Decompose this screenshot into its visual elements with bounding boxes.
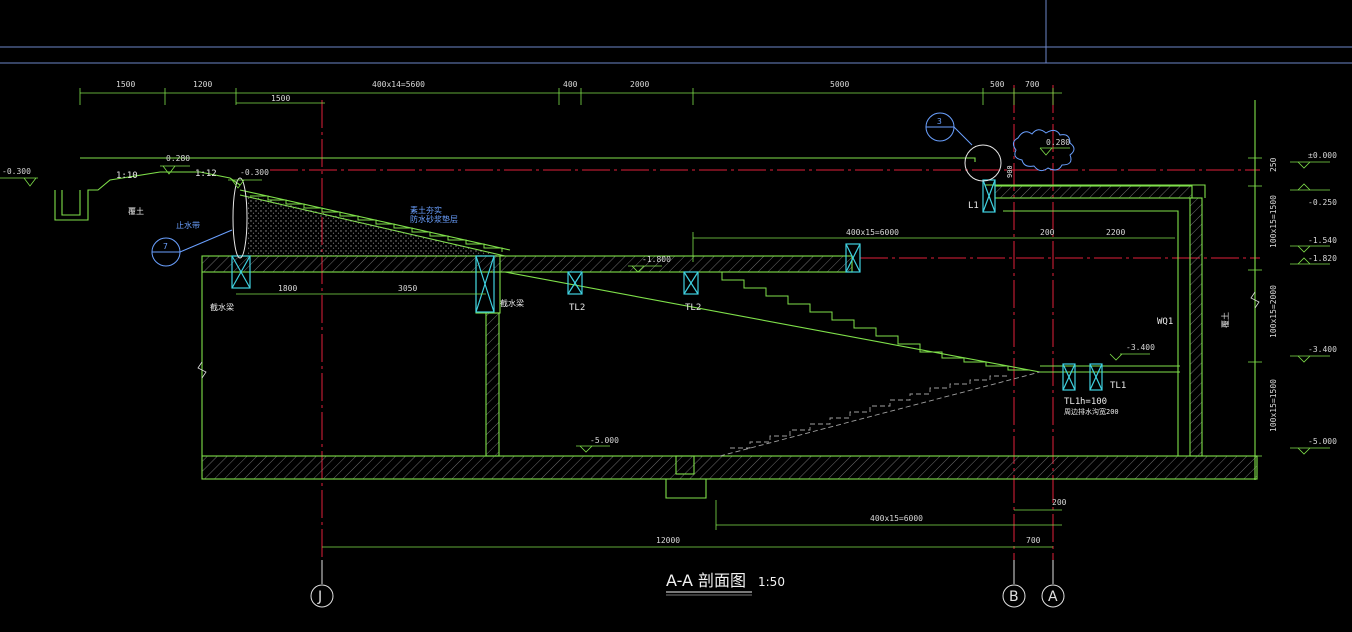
label-tl1-b: TL1 — [1110, 381, 1126, 391]
right-level-2: -1.540 — [1308, 236, 1337, 245]
middle-stair-steps — [700, 271, 1030, 371]
level-markers — [0, 147, 1150, 453]
dim-stair-bottom-6000: 400x15=6000 — [870, 514, 923, 523]
callout-3-number: 3 — [937, 117, 942, 126]
dim-200-top: 200 — [1040, 228, 1055, 237]
label-tl2-b: TL2 — [685, 303, 701, 313]
dim-2000: 2000 — [630, 80, 649, 89]
drawing-scale: 1:50 — [758, 575, 785, 589]
label-drain: 周边排水沟宽200 — [1064, 407, 1119, 416]
grid-label-j: J — [317, 589, 322, 605]
level-texts: -0.300 0.280 -0.300 -1.800 -3.400 -5.000… — [2, 138, 1155, 445]
dim-1500: 1500 — [116, 80, 135, 89]
label-h100: h=100 — [1080, 397, 1107, 407]
grid-bubble-b[interactable]: B — [1002, 560, 1026, 608]
label-wq1: WQ1 — [1157, 317, 1173, 327]
axis-lines — [270, 85, 1260, 580]
label-backfill-right: 覆土 — [1220, 312, 1230, 328]
grid-bubble-j[interactable]: J — [310, 560, 334, 608]
dim-1500-b: 100x15=1500 — [1269, 379, 1278, 432]
callout-3[interactable]: 3 — [925, 112, 973, 146]
level-floor: -5.000 — [590, 436, 619, 445]
level-top-right: 0.280 — [1046, 138, 1070, 147]
right-level-3: -1.820 — [1308, 254, 1337, 263]
label-tl2-a: TL2 — [569, 303, 585, 313]
dim-400: 400 — [563, 80, 578, 89]
callout-7-number: 7 — [163, 242, 168, 251]
drawing-title: A-A 剖面图 — [666, 571, 746, 590]
note-b: 防水砂浆垫层 — [410, 214, 458, 224]
dim-1800: 1800 — [278, 284, 297, 293]
label-beam-mid: 截水梁 — [500, 298, 524, 308]
top-dimension-line — [79, 88, 1062, 105]
dim-1500-a: 100x15=1500 — [1269, 195, 1278, 248]
dim-200-bottom: 200 — [1052, 498, 1067, 507]
label-l1: L1 — [968, 201, 979, 211]
right-level-1: -0.250 — [1308, 198, 1337, 207]
dim-stair-5600: 400x14=5600 — [372, 80, 425, 89]
dim-700: 700 — [1025, 80, 1040, 89]
top-dimension-text: 1500 1200 400x14=5600 400 2000 5000 500 … — [116, 80, 1040, 103]
label-backfill-left: 覆土 — [128, 206, 144, 216]
sheet-frame — [0, 0, 1352, 64]
level-platform: -3.400 — [1126, 343, 1155, 352]
right-dims-text: 250 100x15=1500 100x15=2000 100x15=1500 … — [1269, 151, 1337, 446]
dim-2200: 2200 — [1106, 228, 1125, 237]
dim-2000: 100x15=2000 — [1269, 285, 1278, 338]
beams — [231, 179, 1103, 391]
drawing-title-block: A-A 剖面图 1:50 — [666, 571, 785, 596]
dim-1200: 1200 — [193, 80, 212, 89]
dim-sub-1500: 1500 — [271, 94, 290, 103]
label-tl1-a: TL1 — [1064, 397, 1080, 407]
label-d900: 900 — [1006, 165, 1014, 178]
right-level-5: -5.000 — [1308, 437, 1337, 446]
note-c: 止水带 — [176, 220, 200, 230]
slope-1-10: 1:10 — [116, 171, 138, 181]
level-left: -0.300 — [2, 167, 31, 176]
slope-1-12: 1:12 — [195, 169, 217, 179]
dim-3050: 3050 — [398, 284, 417, 293]
label-beam-left: 截水梁 — [210, 302, 234, 312]
right-level-0: ±0.000 — [1308, 151, 1337, 160]
break-lines — [197, 291, 1260, 379]
mid-dimension-lines — [236, 232, 1175, 548]
level-crest: -0.300 — [240, 168, 269, 177]
dim-12000: 12000 — [656, 536, 680, 545]
grid-bubble-a[interactable]: A — [1041, 560, 1065, 608]
dim-stair-top-6000: 400x15=6000 — [846, 228, 899, 237]
note-a: 素土夯实 — [410, 205, 442, 215]
dim-500: 500 — [990, 80, 1005, 89]
dim-5000: 5000 — [830, 80, 849, 89]
lower-stair-hidden — [719, 371, 1041, 457]
dim-250: 250 — [1269, 157, 1278, 172]
level-ramp-top: 0.280 — [166, 154, 190, 163]
cad-drawing-canvas[interactable]: 1500 1200 400x14=5600 400 2000 5000 500 … — [0, 0, 1352, 632]
dim-700-bottom: 700 — [1026, 536, 1041, 545]
section-outline — [54, 100, 1258, 499]
level-landing: -1.800 — [642, 255, 671, 264]
grid-label-a: A — [1048, 589, 1058, 605]
grid-label-b: B — [1009, 589, 1019, 605]
right-level-4: -3.400 — [1308, 345, 1337, 354]
